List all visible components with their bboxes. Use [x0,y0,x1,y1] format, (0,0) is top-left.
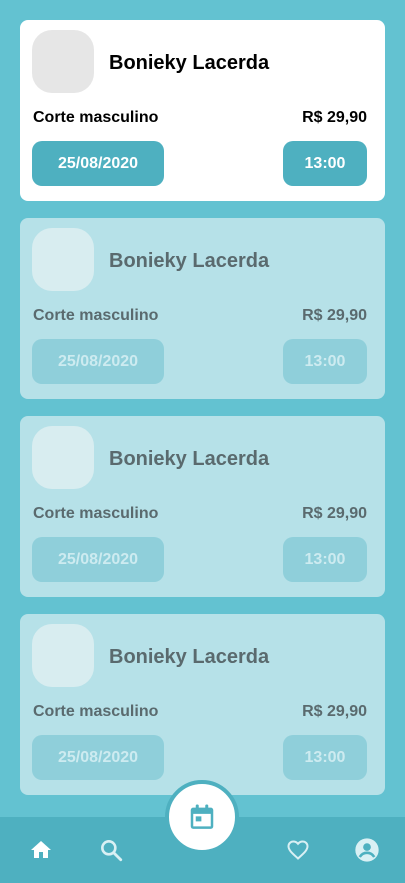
service-price: R$ 29,90 [302,109,367,126]
tab-search[interactable] [96,835,126,865]
tab-home[interactable] [26,835,56,865]
tab-profile[interactable] [352,835,382,865]
avatar [32,426,94,489]
calendar-button[interactable] [165,780,239,854]
time-pill: 13:00 [283,537,367,582]
barber-name: Bonieky Lacerda [109,646,270,668]
avatar [32,228,94,291]
appointment-card[interactable]: Bonieky Lacerda Corte masculino R$ 29,90… [20,416,385,597]
appointment-card[interactable]: Bonieky Lacerda Corte masculino R$ 29,90… [20,614,385,795]
barber-name: Bonieky Lacerda [109,52,270,74]
heart-icon [287,840,309,860]
service-price: R$ 29,90 [302,307,367,324]
service-name: Corte masculino [33,703,159,720]
calendar-icon [190,804,214,829]
service-price: R$ 29,90 [302,505,367,522]
time-pill: 13:00 [283,141,367,186]
avatar [32,30,94,93]
account-icon [355,838,379,862]
time-pill: 13:00 [283,735,367,780]
service-name: Corte masculino [33,307,159,324]
home-icon [31,841,51,858]
search-icon [101,840,123,862]
time-pill: 13:00 [283,339,367,384]
appointment-card[interactable]: Bonieky Lacerda Corte masculino R$ 29,90… [20,20,385,201]
appointment-list: Bonieky Lacerda Corte masculino R$ 29,90… [20,20,385,812]
date-pill: 25/08/2020 [32,141,164,186]
service-name: Corte masculino [33,505,159,522]
avatar [32,624,94,687]
date-pill: 25/08/2020 [32,339,164,384]
service-price: R$ 29,90 [302,703,367,720]
appointment-card[interactable]: Bonieky Lacerda Corte masculino R$ 29,90… [20,218,385,399]
barber-name: Bonieky Lacerda [109,448,270,470]
date-pill: 25/08/2020 [32,537,164,582]
service-name: Corte masculino [33,109,159,126]
tab-favorites[interactable] [283,835,313,865]
date-pill: 25/08/2020 [32,735,164,780]
barber-name: Bonieky Lacerda [109,250,270,272]
